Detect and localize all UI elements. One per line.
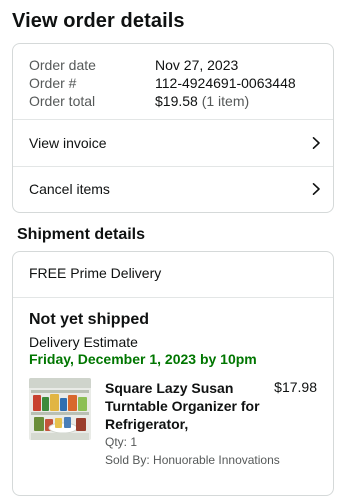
page-title: View order details [12,10,185,32]
item-price: $17.98 [274,379,317,395]
divider [13,297,333,298]
view-invoice-row[interactable]: View invoice [13,120,333,165]
shipment-status: Not yet shipped [29,311,150,328]
order-total-value: $19.58 (1 item) [155,93,249,111]
order-total-label: Order total [29,93,96,109]
shipment-card: FREE Prime Delivery Not yet shipped Deli… [12,251,334,496]
shipment-section-title: Shipment details [17,226,146,243]
cancel-items-label: Cancel items [29,180,110,197]
order-summary: Order date Nov 27, 2023 Order # 112-4924… [29,57,319,111]
order-total-row: Order total $19.58 (1 item) [29,93,319,111]
order-total-amount: $19.58 [155,93,198,109]
order-number-label: Order # [29,75,77,91]
chevron-right-icon [312,136,320,149]
delivery-estimate-date: Friday, December 1, 2023 by 10pm [29,351,257,367]
order-number-value: 112-4924691-0063448 [155,75,296,91]
order-summary-card: Order date Nov 27, 2023 Order # 112-4924… [12,43,334,213]
item-seller: Sold By: Honuorable Innovations [105,453,280,467]
order-date-value: Nov 27, 2023 [155,57,239,73]
product-image [29,378,91,440]
view-invoice-label: View invoice [29,134,107,151]
chevron-right-icon [312,182,320,195]
cancel-items-row[interactable]: Cancel items [13,166,333,211]
delivery-type: FREE Prime Delivery [29,265,162,281]
order-item-count: (1 item) [201,93,250,109]
order-number-row: Order # 112-4924691-0063448 [29,75,319,93]
product-title-link[interactable]: Square Lazy Susan Turntable Organizer fo… [105,379,275,433]
item-quantity: Qty: 1 [105,435,138,449]
order-date-label: Order date [29,57,96,73]
product-thumbnail[interactable] [29,378,91,440]
order-date-row: Order date Nov 27, 2023 [29,57,319,75]
delivery-estimate-label: Delivery Estimate [29,334,138,350]
order-details-page: View order details Order date Nov 27, 20… [0,0,346,500]
